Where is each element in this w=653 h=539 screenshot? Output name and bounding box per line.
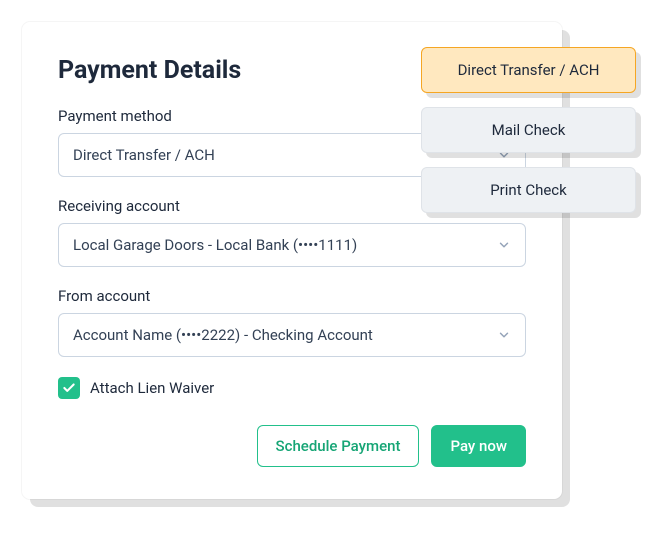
menu-item-direct-transfer[interactable]: Direct Transfer / ACH: [421, 47, 636, 93]
payment-method-menu: Direct Transfer / ACH Mail Check Print C…: [421, 47, 636, 213]
menu-item-print-check[interactable]: Print Check: [421, 167, 636, 213]
menu-item-mail-check[interactable]: Mail Check: [421, 107, 636, 153]
from-account-value: Account Name (••••2222) - Checking Accou…: [73, 326, 373, 344]
pay-now-label: Pay now: [450, 437, 507, 455]
menu-item-label: Mail Check: [492, 121, 566, 139]
from-account-select[interactable]: Account Name (••••2222) - Checking Accou…: [58, 313, 526, 357]
button-row: Schedule Payment Pay now: [58, 425, 526, 467]
from-account-label: From account: [58, 287, 526, 305]
menu-item-label: Direct Transfer / ACH: [458, 61, 600, 79]
receiving-account-select[interactable]: Local Garage Doors - Local Bank (••••111…: [58, 223, 526, 267]
schedule-payment-button[interactable]: Schedule Payment: [257, 425, 420, 467]
pay-now-button[interactable]: Pay now: [431, 425, 526, 467]
lien-waiver-label: Attach Lien Waiver: [90, 379, 214, 397]
receiving-account-value: Local Garage Doors - Local Bank (••••111…: [73, 236, 357, 254]
menu-item-label: Print Check: [490, 181, 567, 199]
chevron-down-icon: [497, 238, 511, 252]
lien-waiver-checkbox[interactable]: [58, 377, 80, 399]
schedule-payment-label: Schedule Payment: [276, 437, 401, 455]
payment-method-value: Direct Transfer / ACH: [73, 146, 215, 164]
from-account-group: From account Account Name (••••2222) - C…: [58, 287, 526, 357]
lien-waiver-row: Attach Lien Waiver: [58, 377, 526, 399]
chevron-down-icon: [497, 328, 511, 342]
